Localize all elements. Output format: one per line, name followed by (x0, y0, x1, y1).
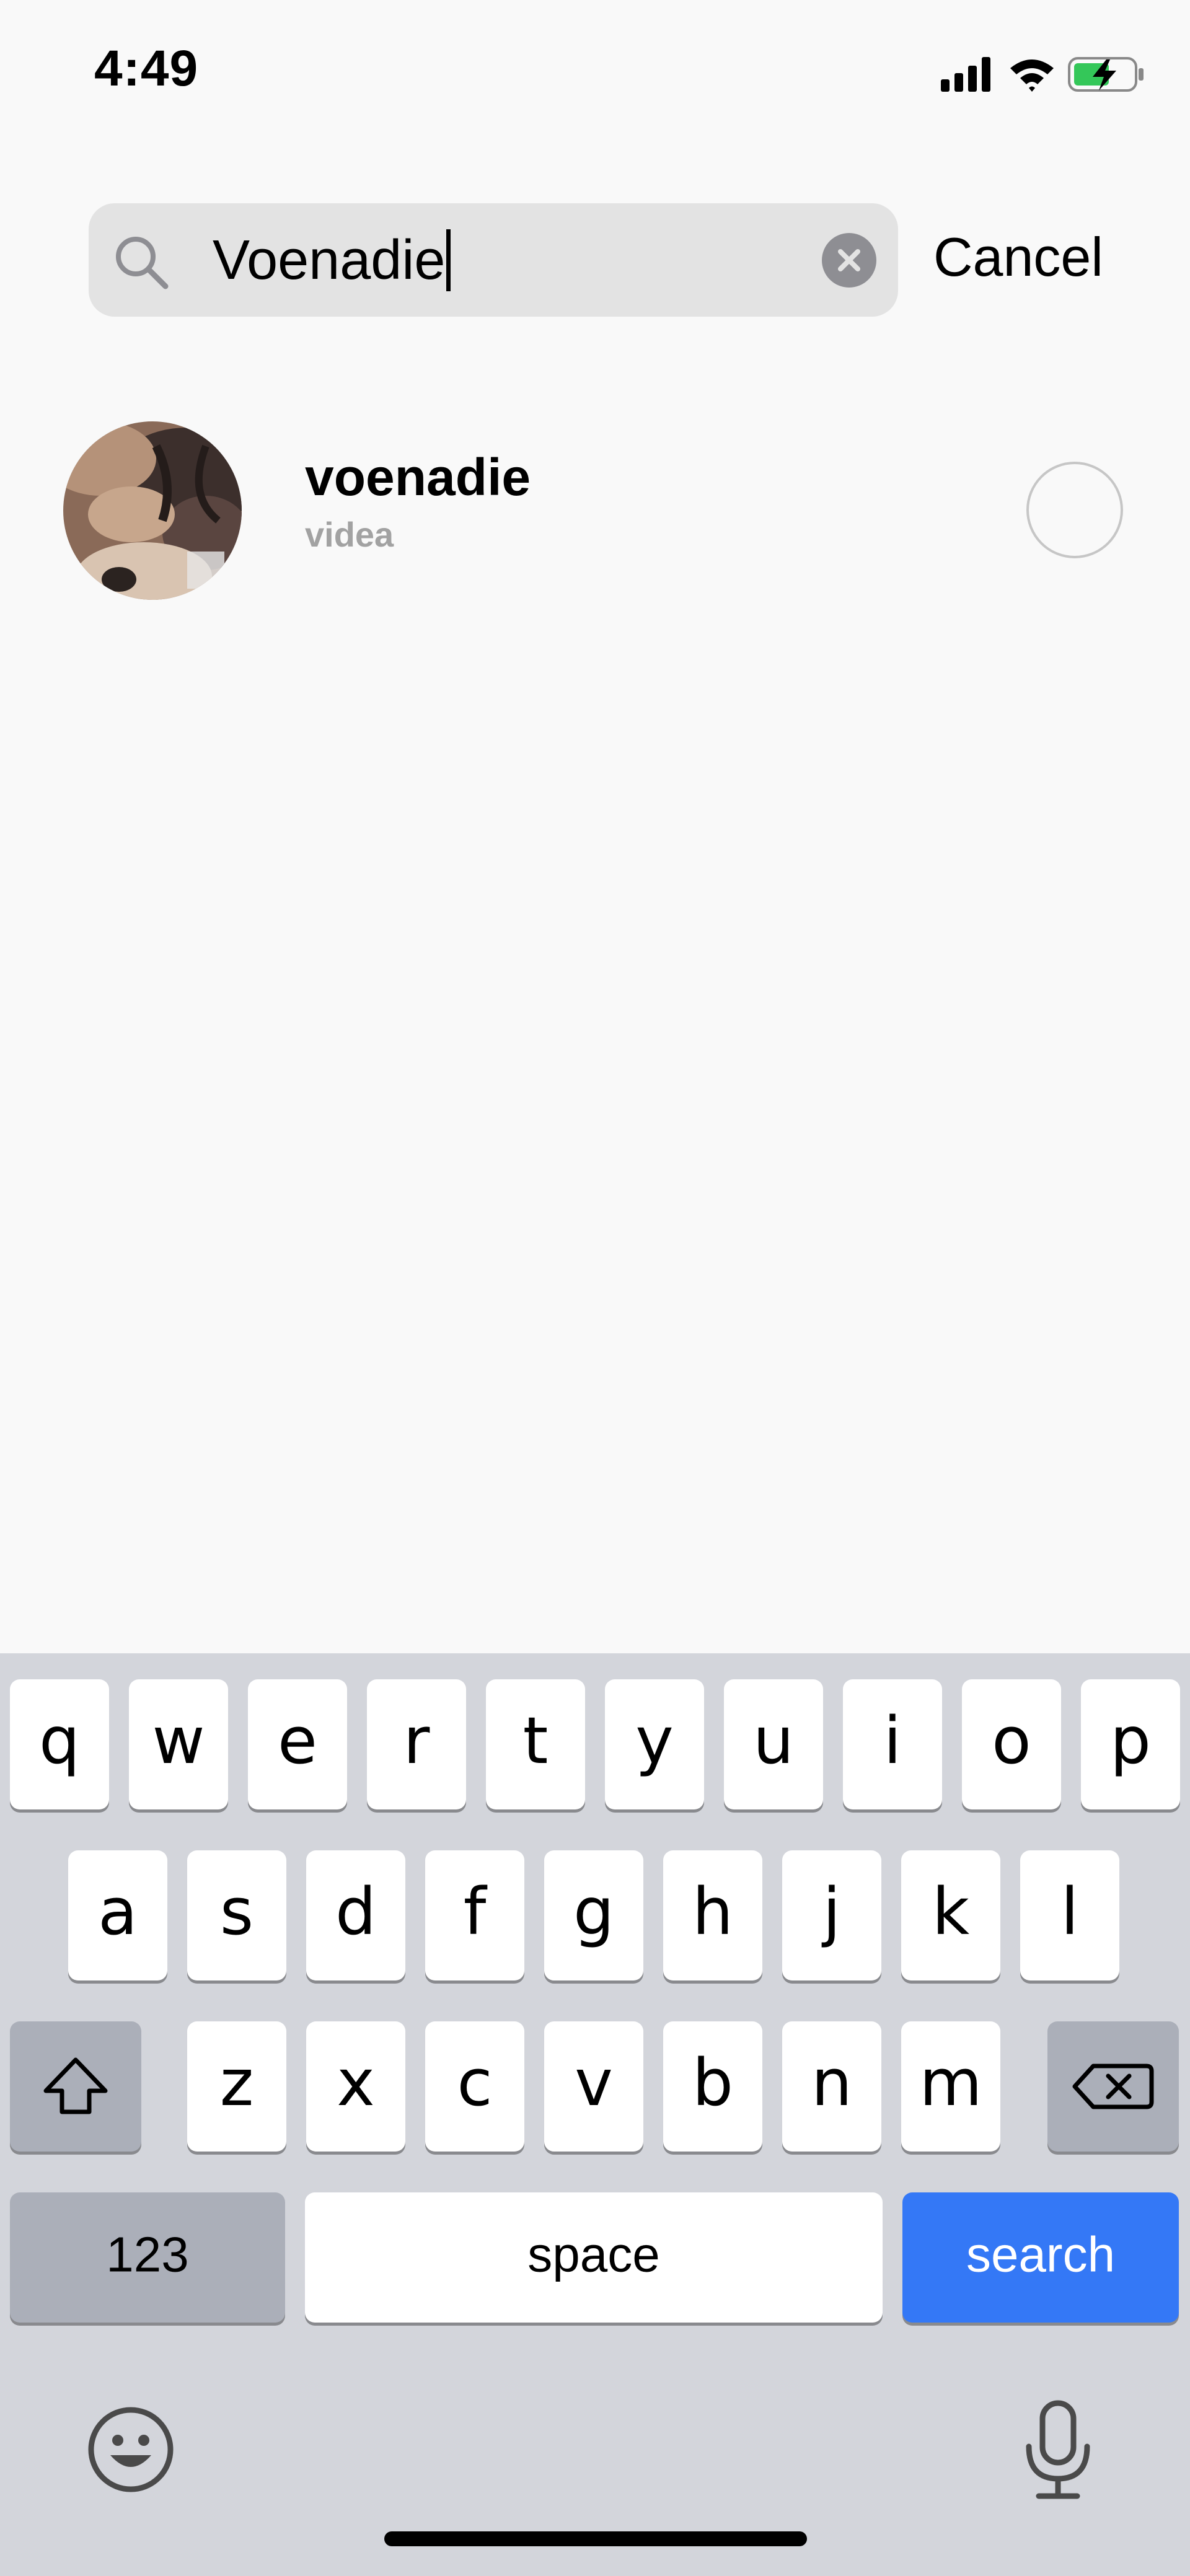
wifi-icon (1010, 59, 1054, 92)
key-y[interactable]: y (605, 1679, 704, 1809)
key-j[interactable]: j (782, 1850, 881, 1980)
key-label: t (522, 1702, 549, 1778)
status-icons (941, 52, 1145, 95)
search-field[interactable]: Voenadie (89, 203, 898, 317)
key-label: m (919, 2044, 982, 2121)
key-label: e (278, 1702, 317, 1778)
delete-key[interactable] (1047, 2021, 1179, 2152)
key-o[interactable]: o (962, 1679, 1061, 1809)
key-f[interactable]: f (425, 1850, 524, 1980)
key-p[interactable]: p (1081, 1679, 1180, 1809)
key-m[interactable]: m (901, 2021, 1000, 2152)
emoji-button[interactable] (84, 2403, 177, 2496)
key-k[interactable]: k (901, 1850, 1000, 1980)
key-a[interactable]: a (68, 1850, 167, 1980)
key-label: search (966, 2227, 1116, 2282)
backspace-icon (1072, 2064, 1154, 2109)
key-q[interactable]: q (10, 1679, 109, 1809)
key-label: y (635, 1702, 674, 1778)
key-label: b (692, 2044, 733, 2121)
key-g[interactable]: g (544, 1850, 643, 1980)
result-username: voenadie (305, 448, 531, 506)
key-label: s (219, 1873, 254, 1950)
shift-icon (43, 2057, 108, 2114)
key-label: space (527, 2227, 660, 2282)
key-label: c (457, 2044, 493, 2121)
cellular-signal-icon (941, 57, 990, 92)
key-label: g (573, 1873, 614, 1950)
key-label: f (463, 1873, 487, 1950)
keyboard: q w e r t y u i o p a s d f g h j k l z … (0, 1653, 1190, 2576)
status-time: 4:49 (94, 40, 199, 97)
select-radio[interactable] (1026, 462, 1123, 558)
key-n[interactable]: n (782, 2021, 881, 2152)
search-input-value: Voenadie (213, 229, 446, 291)
key-label: p (1109, 1702, 1151, 1778)
key-s[interactable]: s (187, 1850, 286, 1980)
search-key[interactable]: search (902, 2192, 1179, 2323)
key-label: x (337, 2044, 375, 2121)
key-label: h (692, 1873, 733, 1950)
battery-charging-icon (1068, 57, 1144, 92)
key-label: d (335, 1873, 376, 1950)
key-v[interactable]: v (544, 2021, 643, 2152)
key-z[interactable]: z (187, 2021, 286, 2152)
home-indicator (384, 2531, 807, 2546)
key-e[interactable]: e (248, 1679, 347, 1809)
key-d[interactable]: d (306, 1850, 405, 1980)
clear-icon (838, 249, 860, 271)
key-u[interactable]: u (724, 1679, 823, 1809)
search-input[interactable]: Voenadie (213, 229, 451, 291)
clear-search-button[interactable] (822, 233, 876, 288)
key-c[interactable]: c (425, 2021, 524, 2152)
key-h[interactable]: h (663, 1850, 762, 1980)
key-r[interactable]: r (367, 1679, 466, 1809)
key-label: k (932, 1873, 970, 1950)
key-label: w (152, 1702, 205, 1778)
search-icon (113, 234, 169, 290)
key-label: z (219, 2044, 254, 2121)
key-x[interactable]: x (306, 2021, 405, 2152)
dictation-button[interactable] (1011, 2397, 1104, 2502)
key-label: a (98, 1873, 138, 1950)
cancel-button[interactable]: Cancel (933, 226, 1103, 288)
key-b[interactable]: b (663, 2021, 762, 2152)
key-label: o (992, 1702, 1031, 1778)
space-key[interactable]: space (305, 2192, 883, 2323)
key-label: r (403, 1702, 430, 1778)
avatar[interactable] (63, 421, 242, 600)
key-label: l (1060, 1873, 1079, 1950)
key-label: u (753, 1702, 794, 1778)
key-label: j (822, 1873, 841, 1950)
key-w[interactable]: w (129, 1679, 228, 1809)
key-label: n (811, 2044, 852, 2121)
emoji-icon (88, 2407, 174, 2492)
key-label: 123 (106, 2227, 189, 2282)
key-t[interactable]: t (486, 1679, 585, 1809)
result-fullname: videa (305, 515, 394, 554)
shift-key[interactable] (10, 2021, 141, 2152)
key-label: v (575, 2044, 613, 2121)
key-i[interactable]: i (843, 1679, 942, 1809)
search-result-row[interactable]: voenadie videa (0, 415, 1190, 613)
numbers-key[interactable]: 123 (10, 2192, 285, 2323)
key-label: i (883, 1702, 902, 1778)
key-l[interactable]: l (1020, 1850, 1119, 1980)
key-label: q (38, 1702, 80, 1778)
microphone-icon (1026, 2400, 1090, 2499)
text-caret (446, 229, 451, 291)
